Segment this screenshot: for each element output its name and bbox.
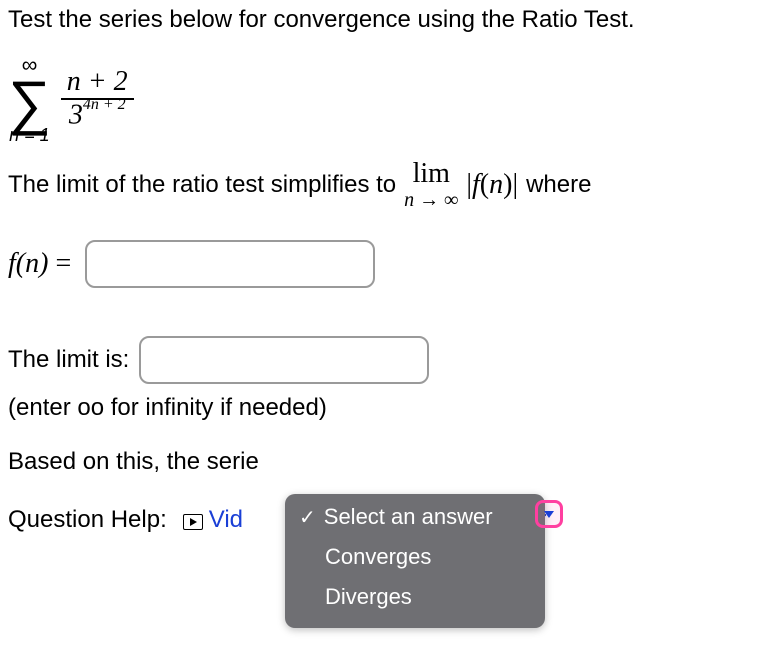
dropdown-placeholder: Select an answer — [324, 504, 493, 530]
dropdown-header[interactable]: ✓ Select an answer — [285, 494, 545, 536]
limit-input-label: The limit is: — [8, 346, 129, 374]
video-link[interactable]: Vid — [209, 506, 243, 534]
fraction-numerator: n + 2 — [61, 67, 134, 98]
fraction-denominator: 34n + 2 — [63, 100, 132, 131]
dropdown-toggle-icon[interactable] — [535, 500, 563, 528]
limit-input[interactable] — [139, 336, 429, 384]
chevron-down-icon — [544, 511, 554, 518]
limit-input-row: The limit is: — [8, 336, 767, 384]
limit-sentence-post: where — [526, 171, 591, 199]
limit-sentence: The limit of the ratio test simplifies t… — [8, 160, 767, 210]
limit-hint: (enter oo for infinity if needed) — [8, 394, 767, 422]
fn-input[interactable] — [85, 240, 375, 288]
fraction-den-exponent: 4n + 2 — [83, 96, 126, 113]
limit-function-abs: |f(n)| — [466, 169, 518, 201]
sigma-icon: ∑ — [8, 76, 51, 130]
fn-label: f(n) = — [8, 248, 71, 280]
series-term-fraction: n + 2 34n + 2 — [61, 67, 134, 131]
dropdown-option-diverges[interactable]: Diverges — [285, 576, 545, 616]
video-play-icon — [183, 514, 203, 530]
limit-subscript: n → ∞ — [404, 190, 458, 210]
help-label: Question Help: — [8, 506, 167, 534]
dropdown-option-converges[interactable]: Converges — [285, 536, 545, 576]
sigma-lower-bound: n = 1 — [9, 126, 50, 144]
answer-dropdown[interactable]: ✓ Select an answer Converges Diverges — [285, 494, 545, 628]
limit-word: lim — [413, 160, 450, 188]
series-expression: ∞ ∑ n = 1 n + 2 34n + 2 — [8, 54, 134, 144]
fn-input-row: f(n) = — [8, 240, 767, 288]
conclusion-prefix: Based on this, the serie — [8, 448, 259, 476]
fraction-den-base: 3 — [69, 99, 83, 130]
conclusion-row: Based on this, the serie — [8, 448, 767, 476]
check-icon: ✓ — [299, 505, 316, 530]
limit-sentence-pre: The limit of the ratio test simplifies t… — [8, 171, 396, 199]
question-intro: Test the series below for convergence us… — [8, 6, 767, 34]
limit-operator: lim n → ∞ — [404, 160, 458, 210]
sigma-block: ∞ ∑ n = 1 — [8, 54, 51, 144]
